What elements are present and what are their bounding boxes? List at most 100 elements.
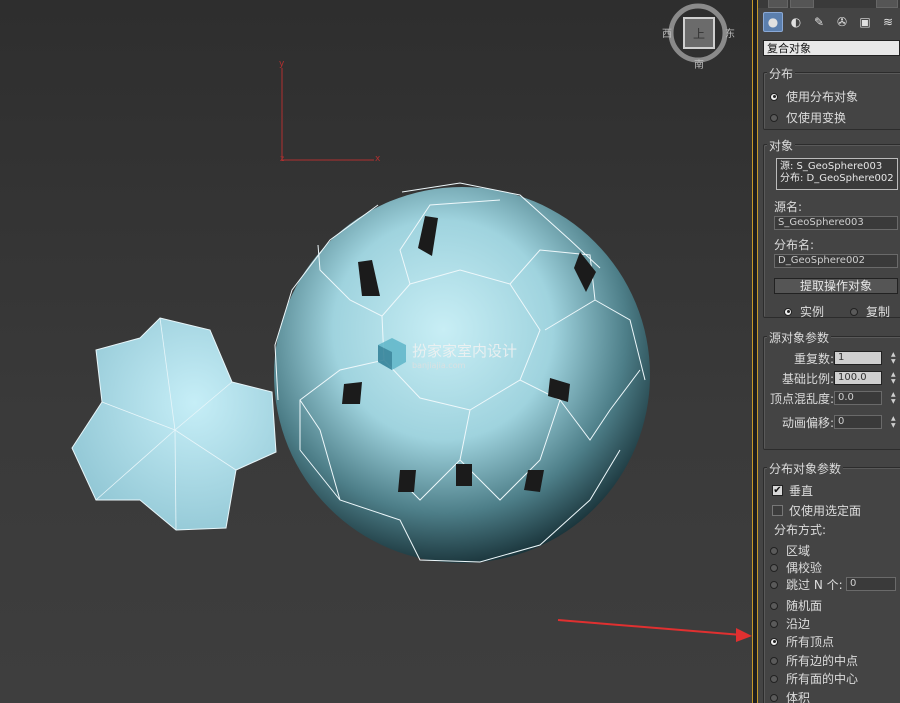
source-object-flower[interactable] (71, 317, 277, 531)
radio-label: 实例 (800, 305, 825, 319)
radio-dot (770, 580, 778, 589)
radio-label: 偶校验 (786, 561, 823, 575)
radio-label: 复制 (866, 305, 891, 319)
radio-dot (770, 546, 778, 555)
radio-label: 体积 (786, 691, 811, 703)
axis-z-label: z (280, 154, 284, 163)
radio-label: 沿边 (786, 617, 811, 631)
watermark-url: banjiajia.com (412, 361, 466, 370)
selected-faces-checkbox[interactable]: 仅使用选定面 (772, 502, 861, 519)
viewcube-west: 西 (662, 29, 672, 40)
radio-label: 所有顶点 (786, 635, 835, 649)
viewcube-top: 上 (693, 27, 705, 41)
radio-all-vertices[interactable]: 所有顶点 (770, 633, 834, 650)
axis-gizmo: y x z (279, 59, 381, 164)
watermark-name: 扮家家室内设计 (412, 342, 517, 360)
skip-n-field[interactable]: 0 (846, 577, 896, 591)
radio-label: 随机面 (786, 599, 823, 613)
source-name-label: 源名: (774, 200, 803, 214)
panel-icon-row: ● ◐ ✎ ✇ ▣ ≋ (758, 10, 900, 36)
checkbox-box: ✔ (772, 485, 783, 496)
radio-all-face-centers[interactable]: 所有面的中心 (770, 670, 858, 687)
radio-random-faces[interactable]: 随机面 (770, 597, 822, 614)
base-scale-field[interactable]: 100.0 (834, 371, 882, 385)
hierarchy-icon[interactable]: ✎ (809, 12, 829, 32)
checkbox-label: 仅使用选定面 (789, 504, 862, 518)
axis-x-label: x (375, 154, 381, 164)
source-name-field[interactable]: S_GeoSphere003 (774, 216, 898, 230)
checkbox-label: 垂直 (789, 484, 814, 498)
distrib-name-field[interactable]: D_GeoSphere002 (774, 254, 898, 268)
pick-operand-button[interactable]: 提取操作对象 (774, 278, 898, 294)
panel-tab[interactable] (790, 0, 814, 8)
radio-dot (770, 563, 778, 572)
radio-copy[interactable]: 复制 (850, 303, 890, 320)
radio-dot (770, 601, 778, 610)
distrib-params-title: 分布对象参数 (767, 460, 844, 477)
viewcube-east: 东 (725, 27, 735, 40)
radio-dot (850, 307, 858, 316)
radio-use-distribution-object[interactable]: 使用分布对象 (770, 88, 858, 105)
distribution-group-title: 分布 (767, 65, 796, 82)
display-icon[interactable]: ▣ (855, 12, 875, 32)
radio-dot (770, 113, 778, 122)
vertex-chaos-label: 顶点混乱度: (770, 392, 835, 406)
distrib-name-label: 分布名: (774, 238, 815, 252)
radio-dot (770, 619, 778, 628)
source-params-title: 源对象参数 (767, 329, 832, 346)
duplicates-spinner[interactable]: ▲ ▼ (891, 351, 898, 365)
operand-item[interactable]: 源: S_GeoSphere003 (780, 161, 894, 173)
radio-instance[interactable]: 实例 (784, 303, 824, 320)
viewcube[interactable]: 上 西 东 南 (662, 3, 735, 71)
radio-dot (770, 92, 778, 101)
radio-label: 跳过 N 个: (786, 578, 843, 592)
viewport[interactable]: y x z 上 西 东 南 扮家家室内设计 banjiajia.com (0, 0, 752, 703)
radio-label: 使用分布对象 (786, 90, 859, 104)
utilities-icon[interactable]: ≋ (878, 12, 898, 32)
panel-tab[interactable] (768, 0, 788, 8)
distrib-method-label: 分布方式: (774, 523, 827, 537)
radio-label: 所有边的中点 (786, 654, 859, 668)
category-dropdown[interactable]: 复合对象 (763, 40, 900, 56)
radio-volume[interactable]: 体积 (770, 689, 810, 703)
operand-item[interactable]: 分布: D_GeoSphere002 (780, 173, 894, 185)
modify-icon[interactable]: ◐ (786, 12, 806, 32)
axis-y-label: y (279, 59, 285, 69)
radio-all-edge-midpoints[interactable]: 所有边的中点 (770, 652, 858, 669)
panel-tab[interactable] (876, 0, 898, 8)
radio-label: 仅使用变换 (786, 111, 847, 125)
radio-even[interactable]: 偶校验 (770, 559, 822, 576)
vertex-chaos-field[interactable]: 0.0 (834, 391, 882, 405)
operands-list[interactable]: 源: S_GeoSphere003 分布: D_GeoSphere002 (776, 158, 898, 190)
radio-area[interactable]: 区域 (770, 542, 810, 559)
radio-dot (784, 307, 792, 316)
vertex-chaos-spinner[interactable]: ▲ ▼ (891, 391, 898, 405)
distribution-sphere[interactable] (274, 182, 650, 563)
create-icon[interactable]: ● (763, 12, 783, 32)
radio-label: 所有面的中心 (786, 672, 859, 686)
radio-transforms-only[interactable]: 仅使用变换 (770, 109, 846, 126)
objects-group-title: 对象 (767, 137, 796, 154)
radio-along-edges[interactable]: 沿边 (770, 615, 810, 632)
base-scale-spinner[interactable]: ▲ ▼ (891, 371, 898, 385)
scene-svg: y x z 上 西 东 南 扮家家室内设计 banjiajia.com (71, 3, 752, 642)
radio-skip-n[interactable]: 跳过 N 个: (770, 576, 843, 593)
panel-tabbar (758, 0, 900, 8)
radio-dot (770, 656, 778, 665)
annotation-arrow (557, 619, 752, 642)
duplicates-label: 重复数: (794, 352, 835, 366)
anim-offset-field[interactable]: 0 (834, 415, 882, 429)
viewcube-south: 南 (694, 58, 704, 71)
duplicates-field[interactable]: 1 (834, 351, 882, 365)
motion-icon[interactable]: ✇ (832, 12, 852, 32)
checkbox-box (772, 505, 783, 516)
radio-dot (770, 674, 778, 683)
command-panel: ● ◐ ✎ ✇ ▣ ≋ 复合对象 分布 使用分布对象 仅使用变换 对象 源: S… (758, 0, 900, 703)
perpendicular-checkbox[interactable]: ✔ 垂直 (772, 482, 813, 499)
anim-offset-spinner[interactable]: ▲ ▼ (891, 415, 898, 429)
radio-label: 区域 (786, 544, 811, 558)
base-scale-label: 基础比例: (782, 372, 835, 386)
anim-offset-label: 动画偏移: (782, 416, 835, 430)
radio-dot (770, 693, 778, 702)
radio-dot (770, 637, 778, 646)
